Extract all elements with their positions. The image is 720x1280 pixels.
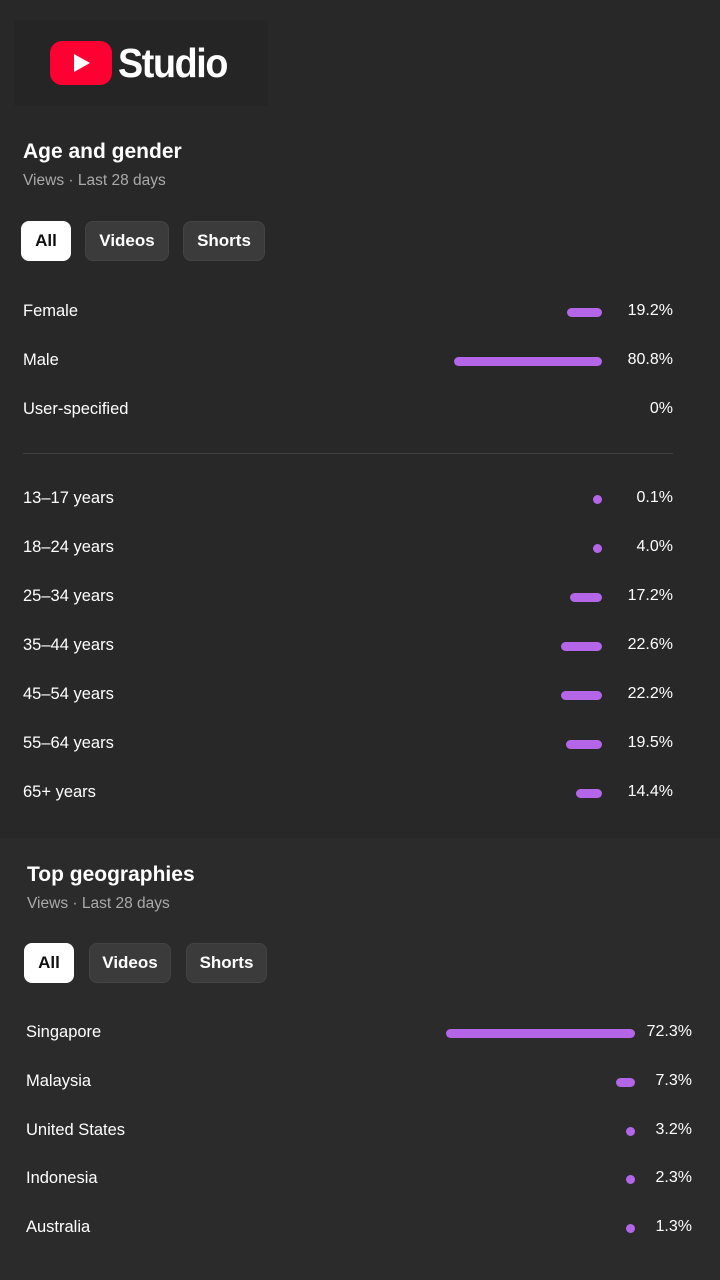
age-row-percent: 22.6% [627,636,673,653]
age-row-label: 55–64 years [23,734,114,752]
geography-row-label: Malaysia [26,1071,92,1090]
divider [23,453,673,454]
gender-row-bar [454,357,602,366]
age-row-bar [566,740,602,749]
age-row-percent: 14.4% [627,783,673,800]
geography-row-bar [615,1077,635,1087]
age-gender-card: Age and gender Views · Last 28 days All … [0,120,700,830]
gender-row-percent: 0% [649,400,673,417]
geography-row-percent: 3.2% [655,1120,692,1138]
gender-row-label: Male [23,351,59,369]
chip-videos[interactable]: Videos [89,943,171,983]
geography-row-bar [626,1224,635,1234]
gender-row-label: User-specified [23,400,129,418]
age-row-label: 25–34 years [23,587,114,605]
age-row-bar [593,495,602,504]
age-row-label: 35–44 years [23,636,114,654]
gender-row-percent: 80.8% [627,351,673,368]
age-row-percent: 0.1% [636,489,673,506]
age-row-percent: 4.0% [636,538,673,555]
geography-row-percent: 72.3% [646,1023,692,1040]
age-row-label: 18–24 years [23,538,114,556]
gender-row-label: Female [23,302,79,320]
gender-row-bar [566,308,602,317]
age-row-percent: 19.5% [627,734,673,751]
logo-text: Studio [118,39,228,86]
geography-row-percent: 7.3% [655,1071,692,1089]
youtube-studio-logo[interactable]: Studio [14,20,268,106]
gender-row-percent: 19.2% [627,302,673,319]
top-geographies-card: Top geographies Views · Last 28 days All… [0,838,720,1280]
age-row-bar [560,642,602,651]
chip-all[interactable]: All [24,943,74,983]
geography-row-bar [626,1175,635,1185]
geography-row-percent: 1.3% [655,1218,692,1236]
age-gender-subtitle: Views · Last 28 days [23,172,166,189]
chip-videos[interactable]: Videos [85,221,169,261]
age-row-label: 13–17 years [23,489,114,507]
age-row-bar [575,789,602,798]
chip-all[interactable]: All [21,221,71,261]
age-row-bar [561,691,602,700]
geography-row-bar [446,1029,635,1038]
geography-row-label: United States [26,1120,126,1139]
geographies-title: Top geographies [27,863,195,886]
age-row-percent: 17.2% [627,587,673,604]
youtube-play-icon [50,41,112,85]
age-row-label: 45–54 years [23,685,114,703]
geography-row-label: Singapore [26,1023,102,1041]
age-row-bar [570,593,602,602]
age-gender-title: Age and gender [23,140,182,163]
geography-row-label: Indonesia [26,1169,98,1188]
geography-row-bar [626,1126,635,1136]
geographies-subtitle: Views · Last 28 days [27,895,170,912]
geography-row-label: Australia [26,1218,91,1237]
age-row-label: 65+ years [23,783,96,801]
geography-row-percent: 2.3% [655,1169,692,1187]
chip-shorts[interactable]: Shorts [183,221,265,261]
age-row-bar [593,544,602,553]
chip-shorts[interactable]: Shorts [186,943,267,983]
age-row-percent: 22.2% [627,685,673,702]
